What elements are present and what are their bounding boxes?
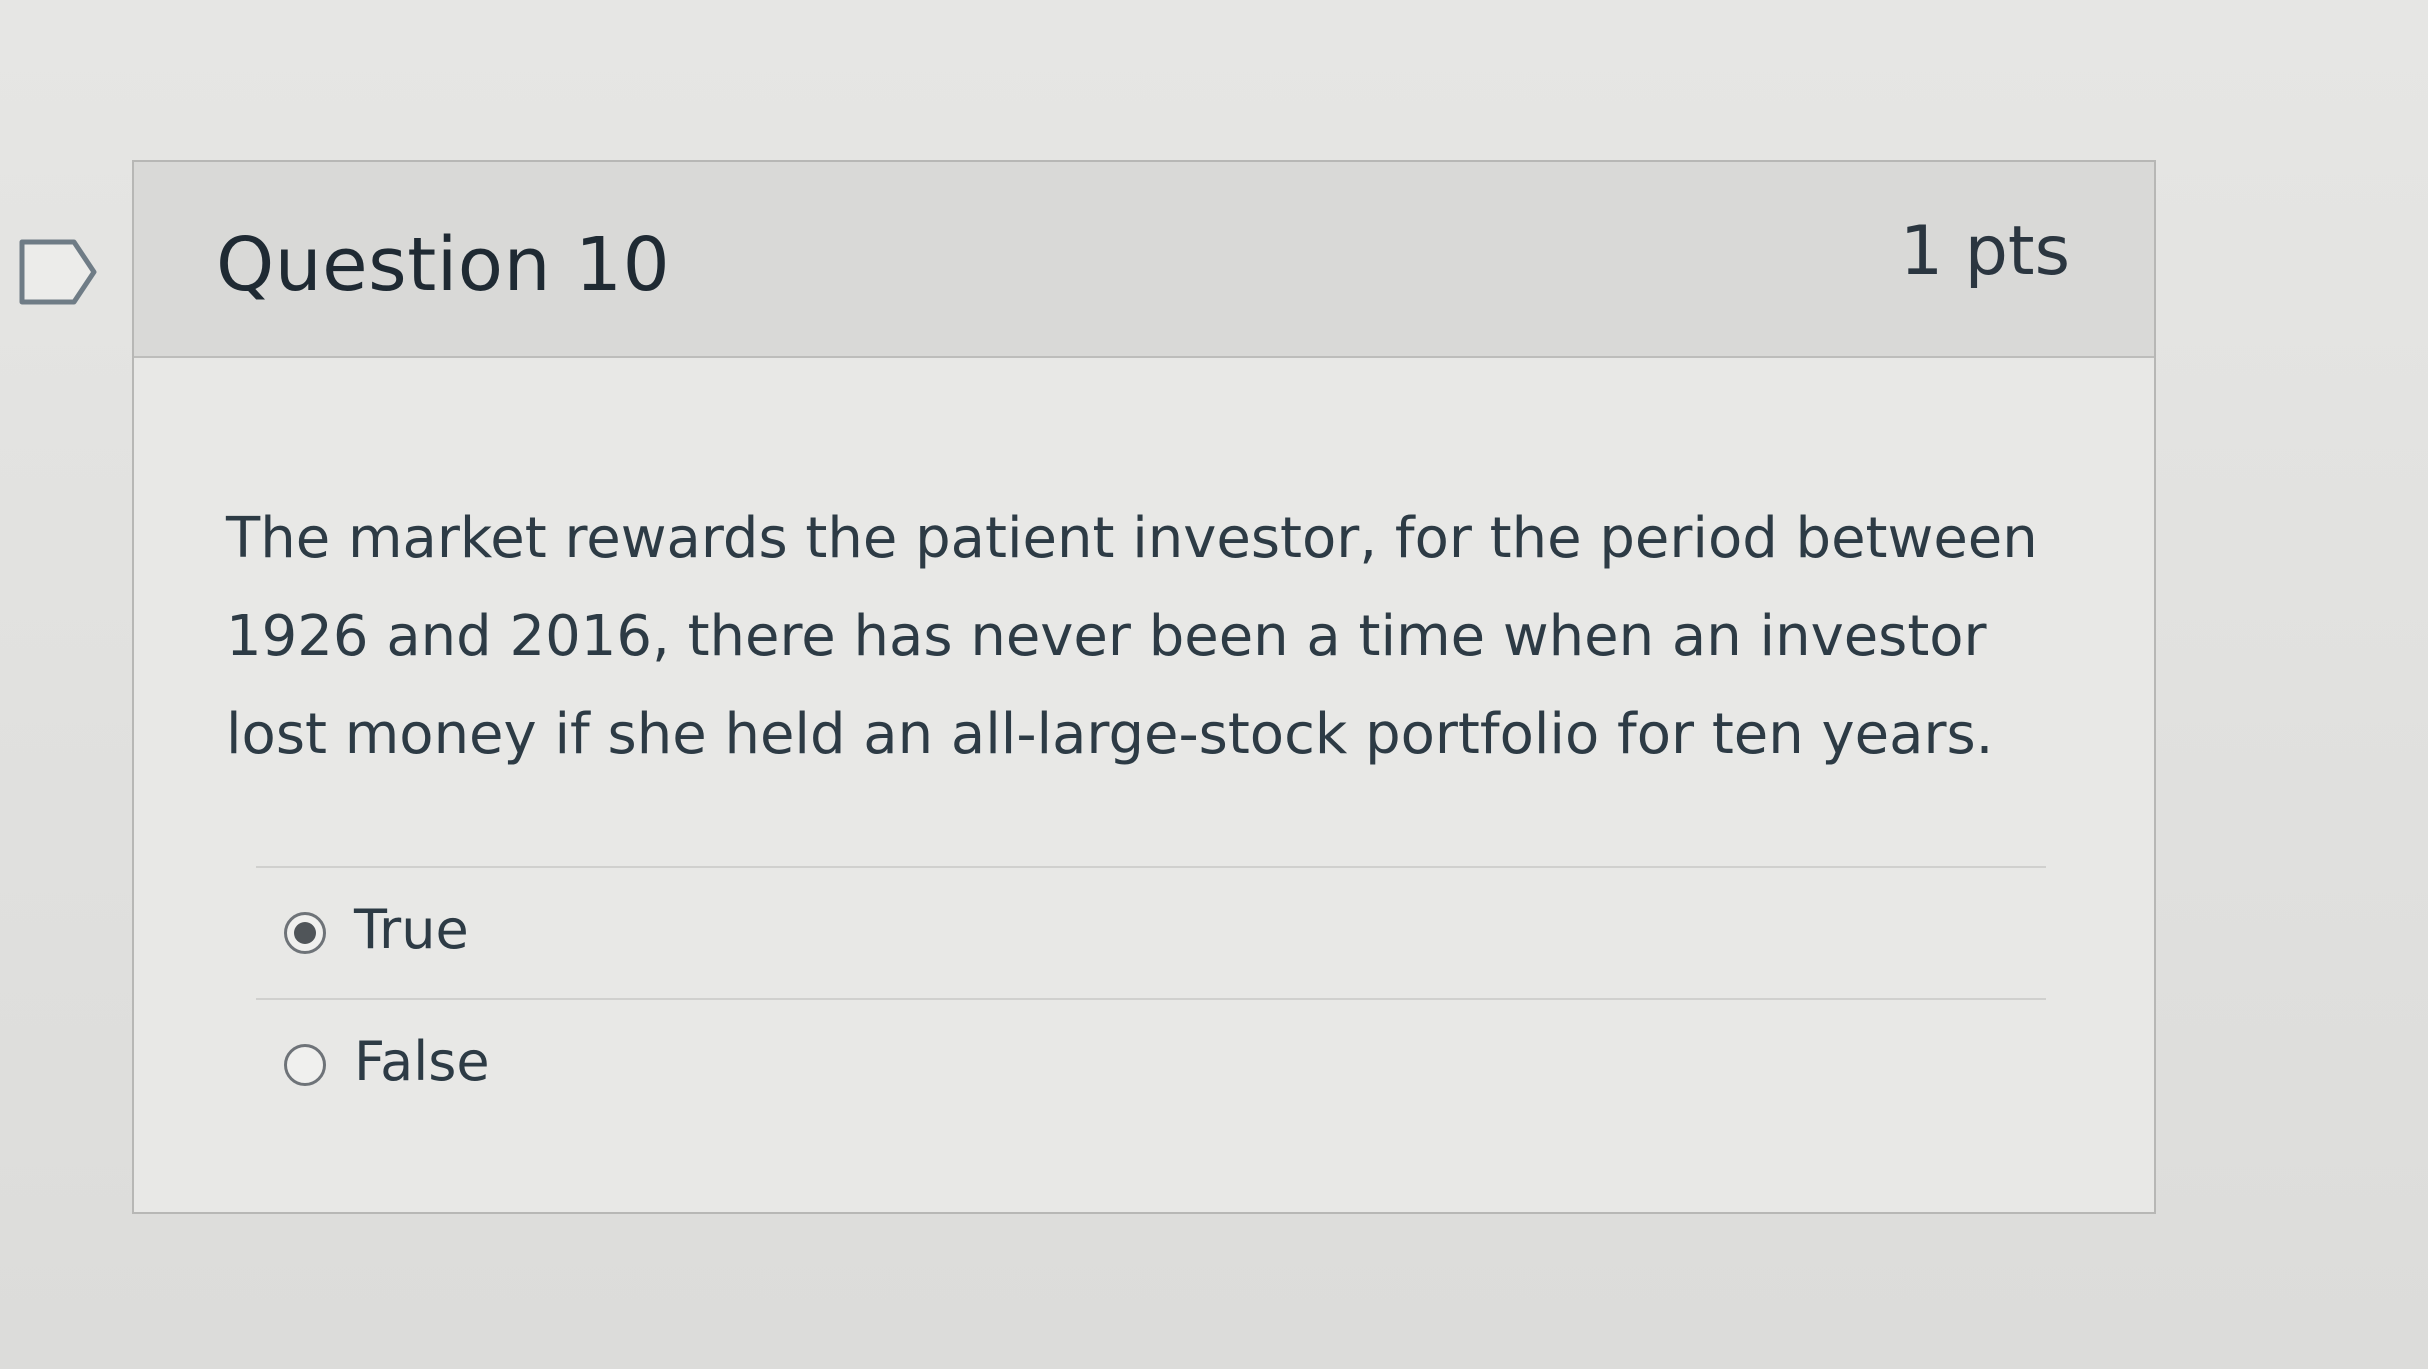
question-header: Question 10 1 pts — [134, 162, 2154, 358]
answer-list: True False — [256, 866, 2046, 1138]
quiz-page: Question 10 1 pts The market rewards the… — [0, 0, 2428, 1369]
answer-label[interactable]: False — [354, 1030, 490, 1093]
radio-button-selected[interactable] — [284, 912, 326, 954]
answer-option-false[interactable]: False — [256, 998, 2046, 1138]
question-points: 1 pts — [1899, 212, 2070, 291]
question-card: Question 10 1 pts The market rewards the… — [132, 160, 2156, 1214]
question-title: Question 10 — [216, 222, 671, 308]
question-text: The market rewards the patient investor,… — [226, 506, 2038, 767]
flag-outline-icon — [19, 239, 97, 305]
question-body: The market rewards the patient investor,… — [134, 358, 2154, 1214]
answer-label[interactable]: True — [354, 898, 469, 961]
radio-button[interactable] — [284, 1044, 326, 1086]
flag-question-icon[interactable] — [18, 238, 98, 306]
answer-option-true[interactable]: True — [256, 866, 2046, 998]
